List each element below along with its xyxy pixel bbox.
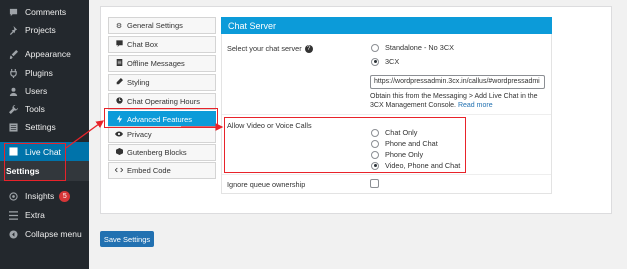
divider <box>222 114 551 115</box>
plug-icon <box>5 68 21 78</box>
sidebar-collapse-menu[interactable]: Collapse menu <box>0 224 89 244</box>
insights-badge: 5 <box>59 190 71 202</box>
radio-standalone[interactable] <box>371 43 379 52</box>
tab-embed-code[interactable]: Embed Code <box>108 162 216 179</box>
pin-icon <box>5 25 21 35</box>
radio-3cx[interactable] <box>371 57 379 66</box>
server-option-3cx[interactable]: 3CX <box>371 57 399 66</box>
highlight-advanced-features <box>104 108 218 128</box>
tab-offline-messages[interactable]: Offline Messages <box>108 55 216 72</box>
gear-icon: ⚙ <box>115 22 123 30</box>
server-label: Select your chat server ? <box>227 44 313 53</box>
eye-icon <box>113 131 125 139</box>
extra-icon <box>5 210 21 220</box>
sidebar-item-settings[interactable]: Settings <box>0 117 89 137</box>
sidebar-item-comments[interactable]: Comments <box>0 2 89 22</box>
cube-icon <box>113 148 125 157</box>
brush-icon <box>5 49 21 59</box>
server-option-standalone[interactable]: Standalone - No 3CX <box>371 43 454 52</box>
sidebar-item-tools[interactable]: Tools <box>0 99 89 119</box>
sidebar-item-plugins[interactable]: Plugins <box>0 63 89 83</box>
insights-icon <box>5 191 21 201</box>
pencil-icon <box>113 78 125 87</box>
comment-icon <box>5 8 21 17</box>
wrench-icon <box>5 104 21 114</box>
read-more-link[interactable]: Read more <box>458 102 493 109</box>
collapse-icon <box>5 229 21 239</box>
tab-privacy[interactable]: Privacy <box>108 126 216 143</box>
sidebar-item-appearance[interactable]: Appearance <box>0 44 89 64</box>
user-icon <box>5 87 21 96</box>
code-icon <box>113 167 125 175</box>
tab-styling[interactable]: Styling <box>108 74 216 91</box>
tab-chat-box[interactable]: Chat Box <box>108 36 216 53</box>
sidebar-item-extra[interactable]: Extra <box>0 205 89 225</box>
save-settings-button[interactable]: Save Settings <box>100 231 154 247</box>
server-help-text: Obtain this from the Messaging > Add Liv… <box>370 93 538 109</box>
tab-general-settings[interactable]: ⚙ General Settings <box>108 17 216 34</box>
divider <box>222 174 551 175</box>
help-icon[interactable]: ? <box>304 44 313 53</box>
sidebar-item-users[interactable]: Users <box>0 81 89 101</box>
sidebar-item-projects[interactable]: Projects <box>0 20 89 40</box>
tab-gutenberg-blocks[interactable]: Gutenberg Blocks <box>108 144 216 161</box>
highlight-video-calls <box>224 117 466 173</box>
admin-sidebar: Comments Projects Appearance Plugins Use… <box>0 0 89 269</box>
chat-url-input[interactable]: https://wordpressadmin.3cx.in/callus/#wo… <box>370 75 545 89</box>
settings-icon <box>5 122 21 132</box>
sidebar-item-insights[interactable]: Insights 5 <box>0 186 89 206</box>
chat-box-icon <box>113 40 125 49</box>
queue-ownership-label: Ignore queue ownership <box>227 180 306 189</box>
document-icon <box>113 59 125 68</box>
queue-ownership-checkbox[interactable] <box>370 179 379 188</box>
highlight-live-chat <box>4 143 66 181</box>
section-title: Chat Server <box>221 17 552 34</box>
clock-icon <box>113 97 125 106</box>
